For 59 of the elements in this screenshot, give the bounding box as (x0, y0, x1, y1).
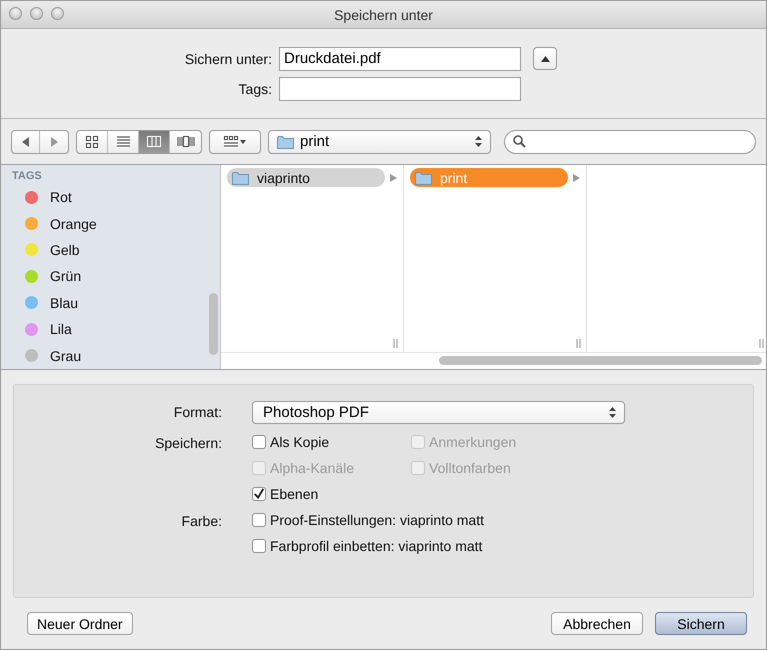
window-title: Speichern unter (334, 6, 433, 22)
field-label: Tags: (238, 80, 272, 96)
folder-icon (415, 170, 432, 184)
folder-item[interactable]: viaprinto (227, 168, 385, 187)
checkbox-option[interactable]: Ebenen (252, 484, 411, 504)
tag-item[interactable]: Blau (1, 290, 220, 316)
checkbox[interactable] (252, 513, 266, 527)
scrollbar-thumb[interactable] (439, 356, 762, 365)
list-view-icon (116, 136, 130, 147)
folder-icon (277, 134, 294, 148)
zoom-button[interactable] (51, 7, 64, 20)
dialog-button[interactable]: Sichern (655, 612, 747, 635)
tag-item[interactable]: Rot (1, 184, 220, 210)
tag-item[interactable]: Orange (1, 210, 220, 237)
stepper-icon (609, 407, 616, 418)
option-label: Speichern: (154, 434, 222, 453)
format-popup[interactable]: Photoshop PDF (252, 401, 625, 424)
disclosure-icon (573, 174, 580, 182)
tag-item[interactable]: Gelb (1, 236, 220, 264)
option-label: Format: (172, 403, 222, 422)
dialog-button[interactable]: Abbrechen (551, 612, 643, 635)
checkbox[interactable] (252, 487, 266, 501)
new-folder-button[interactable]: Neuer Ordner (27, 612, 133, 635)
minimize-button[interactable] (30, 7, 43, 20)
checkbox-option[interactable]: Farbprofil einbetten: viaprinto matt (252, 536, 753, 556)
disclosure-icon (390, 174, 397, 182)
cover-flow-icon (176, 136, 194, 147)
filename-field[interactable]: Druckdatei.pdf (279, 46, 521, 70)
resize-grip-icon[interactable] (759, 339, 765, 348)
arrange-icon (224, 136, 246, 147)
field-label: Sichern unter: (184, 50, 272, 66)
sidebar-heading: TAGS (11, 169, 43, 184)
checkbox-option[interactable]: Als Kopie (252, 432, 411, 452)
forward-icon (49, 136, 59, 146)
icon-view-icon (86, 136, 98, 148)
expand-button[interactable] (533, 47, 557, 70)
tag-item[interactable]: Grün (1, 263, 220, 290)
arrange-button[interactable] (209, 130, 261, 154)
tag-item[interactable]: Lila (1, 316, 220, 342)
scrollbar-thumb[interactable] (209, 293, 218, 355)
search-icon (513, 135, 526, 148)
view-mode-button[interactable] (139, 130, 170, 152)
search-field[interactable] (504, 130, 756, 154)
checkbox-option[interactable]: Proof-Einstellungen: viaprinto matt (252, 510, 753, 530)
resize-grip-icon[interactable] (576, 339, 582, 348)
folder-icon (232, 170, 249, 184)
close-button[interactable] (9, 7, 22, 20)
checkbox[interactable] (252, 539, 266, 553)
stepper-icon (475, 136, 482, 147)
tags-field[interactable] (279, 76, 521, 100)
column-view-icon (147, 136, 161, 147)
option-label: Farbe: (180, 512, 222, 531)
triangle-icon (540, 56, 550, 62)
tag-item[interactable]: Grau (1, 342, 220, 369)
location-popup[interactable]: print (268, 130, 491, 154)
checkbox[interactable] (252, 435, 266, 449)
checkmark-icon (253, 487, 265, 501)
resize-grip-icon[interactable] (393, 339, 399, 348)
back-icon (20, 136, 30, 146)
